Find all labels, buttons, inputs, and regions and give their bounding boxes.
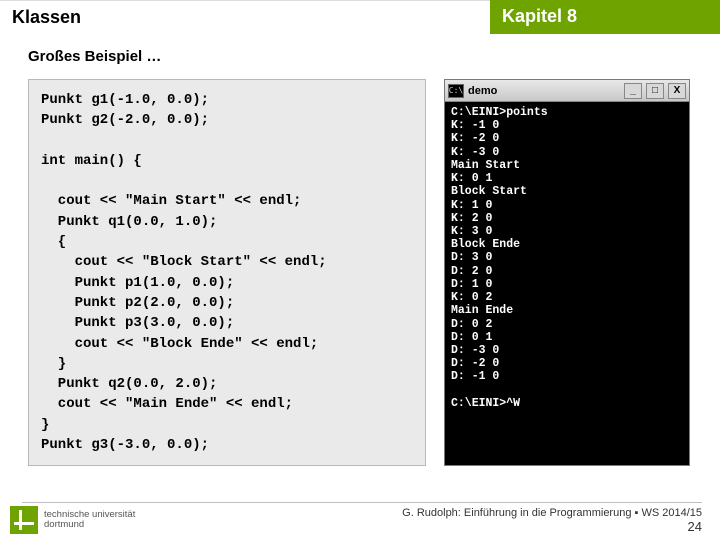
uni-line2: dortmund	[44, 519, 84, 530]
command-prompt-icon: C:\	[448, 84, 464, 98]
close-button[interactable]: X	[668, 83, 686, 99]
university-name: technische universität dortmund	[44, 510, 135, 531]
header-left-title: Klassen	[0, 0, 490, 34]
footer-rule	[22, 502, 702, 503]
console-title: demo	[468, 85, 620, 97]
footer-credit: G. Rudolph: Einführung in die Programmie…	[402, 507, 702, 534]
code-listing: Punkt g1(-1.0, 0.0); Punkt g2(-2.0, 0.0)…	[28, 79, 426, 466]
page-number: 24	[402, 519, 702, 534]
slide-header: Klassen Kapitel 8	[0, 0, 720, 34]
console-titlebar: C:\ demo _ □ X	[445, 80, 689, 102]
console-window: C:\ demo _ □ X C:\EINI>points K: -1 0 K:…	[444, 79, 690, 466]
slide-footer: technische universität dortmund G. Rudol…	[0, 506, 720, 534]
tu-logo-icon	[10, 506, 38, 534]
university-logo: technische universität dortmund	[10, 506, 135, 534]
slide-subtitle: Großes Beispiel …	[0, 34, 720, 75]
console-output: C:\EINI>points K: -1 0 K: -2 0 K: -3 0 M…	[445, 102, 689, 465]
maximize-button[interactable]: □	[646, 83, 664, 99]
credit-text: G. Rudolph: Einführung in die Programmie…	[402, 507, 702, 519]
minimize-button[interactable]: _	[624, 83, 642, 99]
uni-line1: technische universität	[44, 509, 135, 520]
header-right-chapter: Kapitel 8	[490, 0, 720, 34]
content-row: Punkt g1(-1.0, 0.0); Punkt g2(-2.0, 0.0)…	[0, 75, 720, 466]
